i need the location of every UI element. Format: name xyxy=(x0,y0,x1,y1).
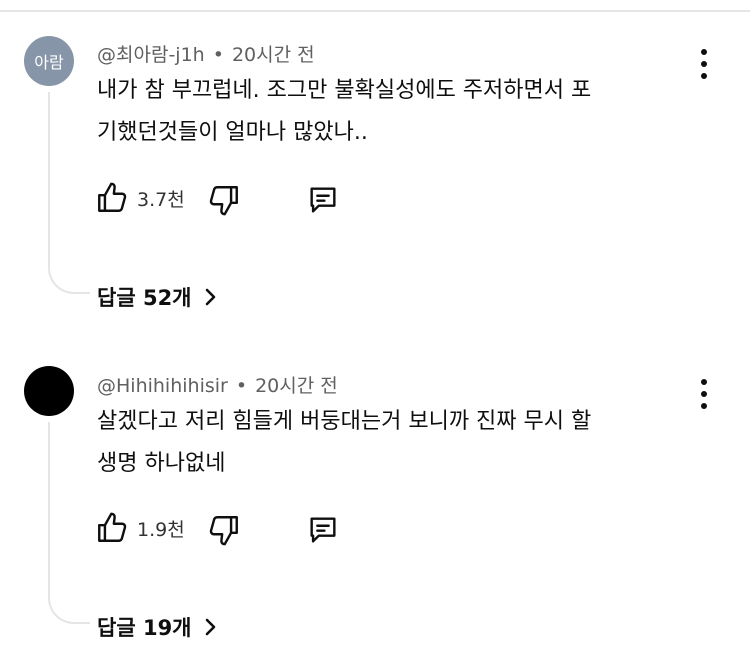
meta-separator: • xyxy=(212,44,224,66)
comment-author[interactable]: @최아람-j1h xyxy=(97,44,205,66)
avatar[interactable]: 아람 xyxy=(24,36,74,86)
comment-meta: @Hihihihihisir • 20시간 전 xyxy=(97,371,338,398)
comment-actions: 1.9천 xyxy=(95,510,395,550)
like-count: 1.9천 xyxy=(137,518,185,541)
replies-count: 답글 52개 xyxy=(97,286,192,310)
thumbs-down-icon xyxy=(209,186,238,216)
top-divider xyxy=(0,10,750,12)
comment-text-line: 기했던것들이 얼마나 많았나.. xyxy=(97,120,368,145)
chevron-right-icon xyxy=(205,618,215,636)
comment-icon xyxy=(310,517,336,543)
like-count: 3.7천 xyxy=(137,188,185,211)
thread-connector xyxy=(48,422,90,624)
avatar[interactable] xyxy=(24,366,74,416)
meta-separator: • xyxy=(235,375,248,397)
comment-icon xyxy=(310,187,336,213)
comment-actions: 3.7천 xyxy=(95,180,395,220)
like-button[interactable]: 1.9천 xyxy=(95,510,185,546)
comment-time[interactable]: 20시간 전 xyxy=(232,44,315,66)
view-replies-button[interactable]: 답글 19개 xyxy=(97,612,218,642)
replies-count: 답글 19개 xyxy=(97,616,192,640)
chevron-right-icon xyxy=(205,288,215,306)
thumbs-up-icon xyxy=(98,182,127,212)
comment-text-line: 생명 하나없네 xyxy=(97,451,226,476)
view-replies-button[interactable]: 답글 52개 xyxy=(97,282,218,312)
comment-author[interactable]: @Hihihihihisir xyxy=(97,375,228,397)
reply-button[interactable] xyxy=(305,183,341,217)
dislike-button[interactable] xyxy=(207,512,241,548)
thread-connector xyxy=(48,92,90,294)
comment-text: 살겠다고 저리 힘들게 버둥대는거 보니까 진짜 무시 할 생명 하나없네 xyxy=(97,401,697,485)
comment-time[interactable]: 20시간 전 xyxy=(255,375,338,397)
comment-text-line: 살겠다고 저리 힘들게 버둥대는거 보니까 진짜 무시 할 xyxy=(97,409,592,434)
comment-meta: @최아람-j1h • 20시간 전 xyxy=(97,40,315,67)
reply-button[interactable] xyxy=(305,513,341,547)
thumbs-down-icon xyxy=(209,516,238,546)
like-button[interactable]: 3.7천 xyxy=(95,180,185,216)
dislike-button[interactable] xyxy=(207,182,241,218)
comment-text: 내가 참 부끄럽네. 조그만 불확실성에도 주저하면서 포 기했던것들이 얼마나… xyxy=(97,70,697,154)
thumbs-up-icon xyxy=(98,512,127,542)
comment-text-line: 내가 참 부끄럽네. 조그만 불확실성에도 주저하면서 포 xyxy=(97,78,592,103)
avatar-initials: 아람 xyxy=(34,53,64,72)
